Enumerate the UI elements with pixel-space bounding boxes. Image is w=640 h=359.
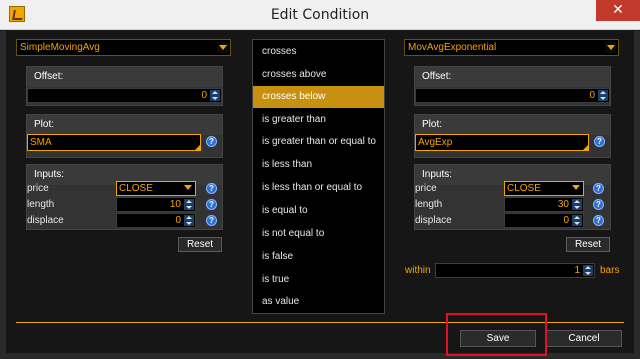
left-input-length-value: 10 (169, 199, 181, 210)
right-offset-field[interactable]: 0 (415, 88, 610, 103)
corner-marker-icon (195, 145, 200, 150)
left-input-displace-label: displace (27, 215, 64, 226)
left-indicator-select[interactable]: SimpleMovingAvg (16, 39, 231, 56)
right-reset-button[interactable]: Reset (566, 237, 610, 252)
condition-item[interactable]: is true (253, 269, 384, 291)
left-input-length-label: length (27, 199, 55, 210)
condition-item[interactable]: is greater than (253, 109, 384, 131)
corner-marker-icon (583, 145, 588, 150)
save-highlight-box (446, 313, 547, 356)
left-input-price-value: CLOSE (119, 183, 153, 194)
right-input-displace-label: displace (415, 215, 452, 226)
left-plot-label: Plot: (27, 115, 222, 135)
condition-item[interactable]: as value (253, 291, 384, 313)
condition-item[interactable]: is greater than or equal to (253, 131, 384, 153)
condition-item[interactable]: is not equal to (253, 223, 384, 245)
spinner-icon[interactable] (598, 90, 608, 101)
help-icon[interactable]: ? (206, 199, 217, 210)
left-offset-label: Offset: (27, 67, 222, 87)
chevron-down-icon (572, 185, 580, 190)
right-input-price-select[interactable]: CLOSE (504, 181, 584, 196)
left-plot-value: SMA (30, 137, 52, 148)
left-input-price-select[interactable]: CLOSE (116, 181, 196, 196)
help-icon[interactable]: ? (593, 199, 604, 210)
left-input-length-field[interactable]: 10 (116, 197, 196, 212)
within-bars-value: 1 (574, 265, 580, 276)
close-button[interactable]: ✕ (596, 0, 640, 21)
left-reset-button[interactable]: Reset (178, 237, 222, 252)
right-input-length-value: 30 (557, 199, 569, 210)
chevron-down-icon (184, 185, 192, 190)
condition-item[interactable]: crosses (253, 41, 384, 63)
right-input-length-field[interactable]: 30 (504, 197, 584, 212)
left-input-displace-value: 0 (175, 215, 181, 226)
left-offset-value: 0 (201, 90, 207, 101)
spinner-icon[interactable] (210, 90, 220, 101)
window-title: Edit Condition (270, 7, 370, 23)
help-icon[interactable]: ? (593, 215, 604, 226)
spinner-icon[interactable] (572, 199, 582, 210)
spinner-icon[interactable] (572, 215, 582, 226)
right-input-displace-value: 0 (563, 215, 569, 226)
condition-item[interactable]: is equal to (253, 200, 384, 222)
right-offset-value: 0 (589, 90, 595, 101)
left-indicator-value: SimpleMovingAvg (20, 42, 100, 53)
cancel-button[interactable]: Cancel (546, 330, 622, 347)
condition-list: crosses crosses above crosses below is g… (252, 39, 385, 314)
help-icon[interactable]: ? (206, 215, 217, 226)
left-offset-field[interactable]: 0 (27, 88, 222, 103)
title-bar: Edit Condition ✕ (0, 0, 640, 30)
help-icon[interactable]: ? (594, 136, 605, 147)
spinner-icon[interactable] (583, 265, 593, 276)
condition-item[interactable]: crosses above (253, 64, 384, 86)
left-plot-field[interactable]: SMA (27, 134, 201, 151)
chevron-down-icon (605, 42, 616, 53)
spinner-icon[interactable] (184, 199, 194, 210)
bars-label: bars (600, 265, 620, 276)
right-input-length-label: length (415, 199, 443, 210)
right-plot-field[interactable]: AvgExp (415, 134, 589, 151)
right-indicator-select[interactable]: MovAvgExponential (404, 39, 619, 56)
left-input-displace-field[interactable]: 0 (116, 213, 196, 228)
help-icon[interactable]: ? (593, 183, 604, 194)
right-offset-label: Offset: (415, 67, 610, 87)
help-icon[interactable]: ? (206, 136, 217, 147)
within-bars-field[interactable]: 1 (435, 263, 595, 278)
left-input-price-label: price (27, 183, 49, 194)
chevron-down-icon (217, 42, 228, 53)
right-indicator-value: MovAvgExponential (408, 42, 497, 53)
condition-item[interactable]: is false (253, 246, 384, 268)
condition-item[interactable]: is less than (253, 154, 384, 176)
right-input-displace-field[interactable]: 0 (504, 213, 584, 228)
condition-item-selected[interactable]: crosses below (253, 86, 384, 108)
right-plot-label: Plot: (415, 115, 610, 135)
spinner-icon[interactable] (184, 215, 194, 226)
within-label: within (405, 265, 431, 276)
right-input-price-value: CLOSE (507, 183, 541, 194)
condition-item[interactable]: is less than or equal to (253, 177, 384, 199)
right-input-price-label: price (415, 183, 437, 194)
help-icon[interactable]: ? (206, 183, 217, 194)
right-plot-value: AvgExp (418, 137, 453, 148)
